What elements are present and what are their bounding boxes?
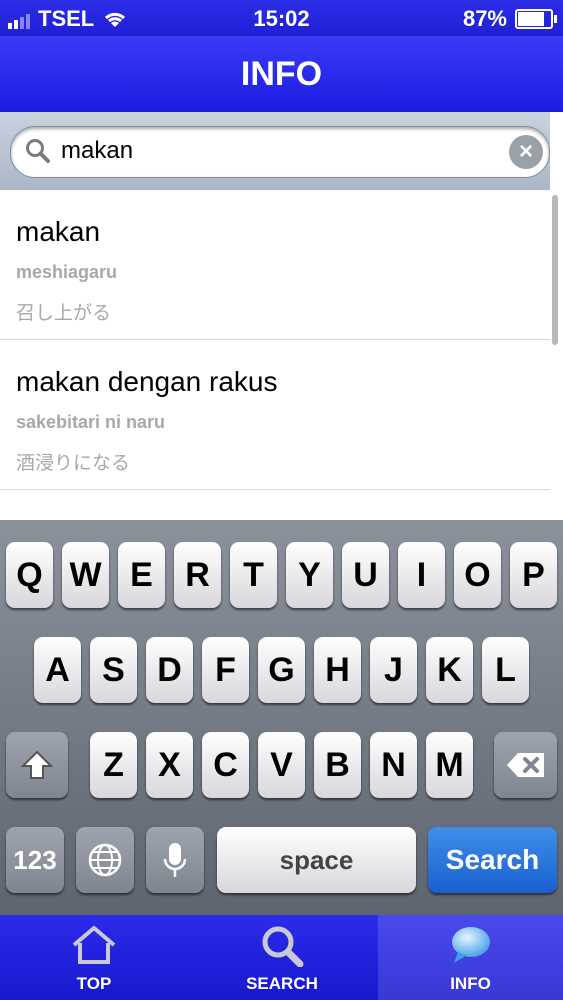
- close-icon: ×: [518, 138, 533, 165]
- result-romaji: sakebitari ni naru: [16, 412, 166, 432]
- backspace-icon: [506, 753, 544, 777]
- key-y[interactable]: Y: [286, 542, 333, 608]
- dictation-key[interactable]: [146, 827, 204, 893]
- result-romaji: meshiagaru: [16, 262, 118, 282]
- chat-bubble-icon: [451, 927, 490, 963]
- list-item[interactable]: [0, 490, 550, 520]
- keyboard: Q W E R T Y U I O P A S D F G H J K L Z …: [0, 520, 563, 915]
- battery-percent: 87%: [462, 6, 507, 31]
- key-r[interactable]: R: [174, 542, 221, 608]
- key-l[interactable]: L: [482, 637, 529, 703]
- search-input-value: makan: [61, 137, 134, 164]
- battery-icon: [515, 9, 557, 29]
- tab-top[interactable]: TOP: [0, 915, 188, 1000]
- key-m[interactable]: M: [426, 732, 473, 798]
- result-japanese: 酒浸りになる: [16, 453, 131, 474]
- key-c[interactable]: C: [202, 732, 249, 798]
- microphone-icon: [163, 843, 187, 877]
- key-w[interactable]: W: [62, 542, 109, 608]
- clear-search-button[interactable]: ×: [509, 135, 543, 169]
- result-word: makan: [16, 216, 101, 247]
- home-icon: [72, 926, 116, 964]
- search-icon: [26, 139, 50, 163]
- backspace-key[interactable]: [494, 732, 557, 798]
- key-s[interactable]: S: [90, 637, 137, 703]
- search-bar: makan ×: [0, 112, 550, 190]
- key-n[interactable]: N: [370, 732, 417, 798]
- tab-search[interactable]: SEARCH: [188, 915, 376, 1000]
- globe-key[interactable]: [76, 827, 134, 893]
- shift-key[interactable]: [6, 732, 68, 798]
- key-o[interactable]: O: [454, 542, 501, 608]
- key-k[interactable]: K: [426, 637, 473, 703]
- tab-bar: TOP SEARCH INFO: [0, 915, 563, 1000]
- key-a[interactable]: A: [34, 637, 81, 703]
- key-e[interactable]: E: [118, 542, 165, 608]
- results-list: makan meshiagaru 召し上がる makan dengan raku…: [0, 190, 550, 520]
- search-input[interactable]: makan ×: [10, 126, 550, 178]
- key-q[interactable]: Q: [6, 542, 53, 608]
- tab-info[interactable]: INFO: [378, 915, 563, 1000]
- numbers-key[interactable]: 123: [6, 827, 64, 893]
- status-bar: TSEL 15:02 87%: [0, 0, 563, 36]
- search-key[interactable]: Search: [428, 827, 557, 893]
- search-icon: [262, 926, 304, 967]
- key-z[interactable]: Z: [90, 732, 137, 798]
- key-f[interactable]: F: [202, 637, 249, 703]
- scrollbar[interactable]: [552, 195, 558, 345]
- list-item[interactable]: makan meshiagaru 召し上がる: [0, 190, 550, 340]
- tab-label: TOP: [76, 974, 112, 993]
- result-word: makan dengan rakus: [16, 366, 278, 397]
- result-japanese: 召し上がる: [16, 303, 112, 324]
- key-b[interactable]: B: [314, 732, 361, 798]
- key-i[interactable]: I: [398, 542, 445, 608]
- page-title: INFO: [240, 55, 323, 93]
- list-item[interactable]: makan dengan rakus sakebitari ni naru 酒浸…: [0, 340, 550, 490]
- globe-icon: [88, 843, 122, 877]
- key-x[interactable]: X: [146, 732, 193, 798]
- key-g[interactable]: G: [258, 637, 305, 703]
- key-t[interactable]: T: [230, 542, 277, 608]
- key-v[interactable]: V: [258, 732, 305, 798]
- nav-bar: INFO: [0, 36, 563, 112]
- space-key[interactable]: space: [217, 827, 416, 893]
- key-d[interactable]: D: [146, 637, 193, 703]
- key-h[interactable]: H: [314, 637, 361, 703]
- tab-label: SEARCH: [246, 974, 318, 993]
- tab-label: INFO: [450, 974, 491, 993]
- key-j[interactable]: J: [370, 637, 417, 703]
- shift-icon: [20, 750, 54, 779]
- key-p[interactable]: P: [510, 542, 557, 608]
- key-u[interactable]: U: [342, 542, 389, 608]
